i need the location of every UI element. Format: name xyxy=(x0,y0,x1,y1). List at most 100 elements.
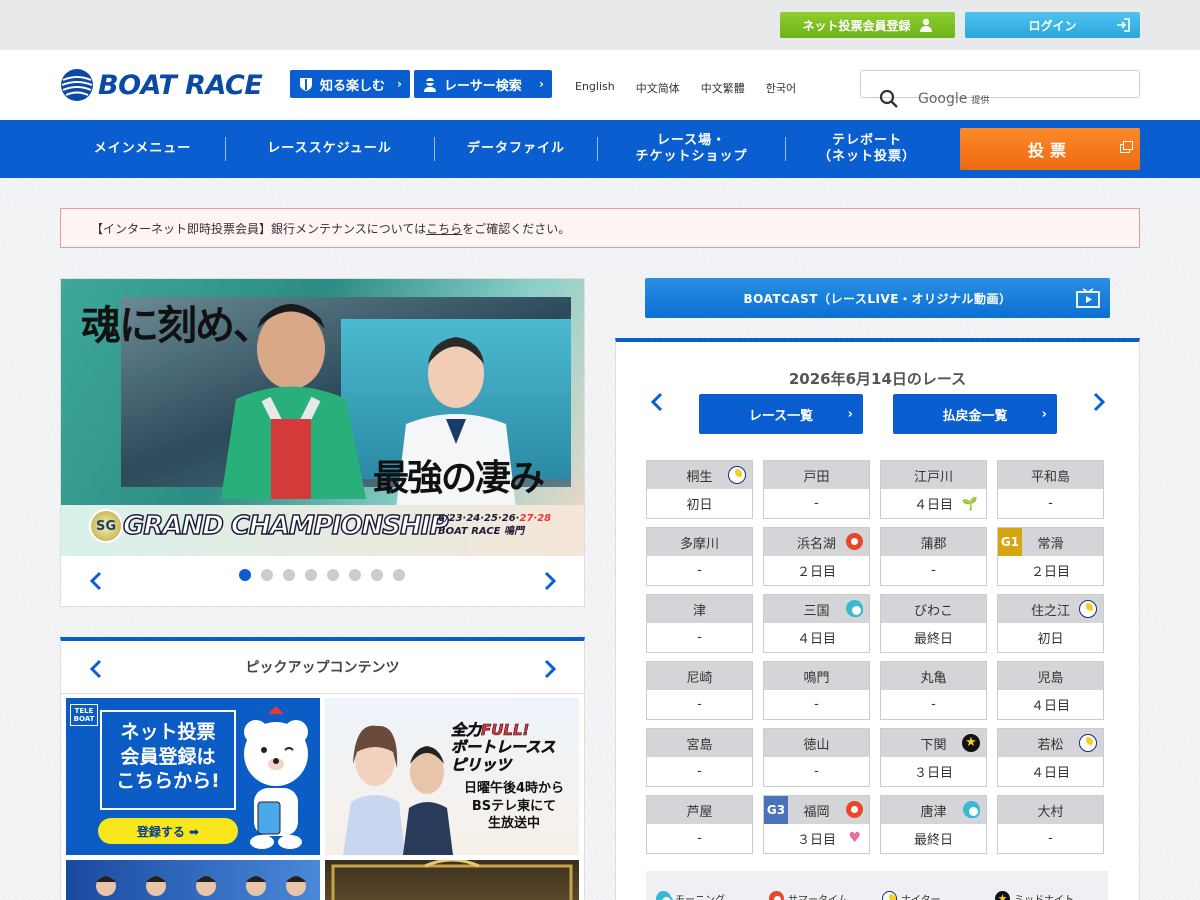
venue-name: 唐津 xyxy=(881,796,986,824)
icon-legend: モーニング サマータイム ナイター ★ ミッドナイト xyxy=(646,871,1108,900)
banner-dates: 6/23·24·25·26·27·28 BOAT RACE 鳴門 xyxy=(438,513,552,537)
race-list-button[interactable]: レース一覧 › xyxy=(699,394,863,434)
venue-name: 戸田 xyxy=(764,461,869,489)
carousel-prev-icon[interactable] xyxy=(89,571,103,591)
venue-cell[interactable]: 常滑 G1 ２日目 xyxy=(997,527,1104,586)
carousel-dot[interactable] xyxy=(283,569,295,581)
venue-cell[interactable]: 津- xyxy=(646,594,753,653)
prev-day-icon[interactable] xyxy=(650,392,664,412)
chevron-right-icon: › xyxy=(1041,406,1047,422)
venue-day-status: - xyxy=(697,563,702,578)
nav-teleboat[interactable]: テレボート （ネット投票） xyxy=(786,120,948,178)
payout-list-button[interactable]: 払戻金一覧 › xyxy=(893,394,1057,434)
venue-name: 福岡 G3 xyxy=(764,796,869,824)
venue-cell[interactable]: 丸亀 - xyxy=(880,661,987,720)
venue-cell[interactable]: 浜名湖 ２日目 xyxy=(763,527,870,586)
nav-data-file[interactable]: データファイル xyxy=(435,120,597,178)
vote-button[interactable]: 投票 xyxy=(960,128,1140,170)
venue-cell[interactable]: 福岡 G3 ３日目 ♥ xyxy=(763,795,870,854)
lang-english[interactable]: English xyxy=(575,80,615,96)
maintenance-notice: 【インターネット即時投票会員】銀行メンテナンスについてはこちらをご確認ください。 xyxy=(60,208,1140,248)
broadcast-info: 日曜午後4時から BSテレ東にて 生放送中 xyxy=(463,781,565,832)
racers-photo xyxy=(96,876,306,896)
search-input[interactable]: Google 提供 xyxy=(860,70,1140,108)
venue-cell[interactable]: 唐津 最終日 xyxy=(880,795,987,854)
venue-name: 鳴門 xyxy=(764,662,869,690)
venue-name: 尼崎 xyxy=(647,662,752,690)
boatrace-logo[interactable]: BOAT RACE xyxy=(60,68,263,102)
lang-chinese-traditional[interactable]: 中文繁體 xyxy=(701,80,745,96)
venue-name: 江戸川 xyxy=(881,461,986,489)
venue-cell[interactable]: 三国 ４日目 xyxy=(763,594,870,653)
venue-cell[interactable]: 多摩川 - xyxy=(646,527,753,586)
pickup-next-icon[interactable] xyxy=(543,659,557,679)
teleboat-register-button[interactable]: 登録する ➡ xyxy=(98,818,238,844)
summer-race-icon xyxy=(846,801,863,818)
vote-label: 投票 xyxy=(1027,141,1072,160)
carousel-next-icon[interactable] xyxy=(543,571,557,591)
venue-cell[interactable]: 平和島 - xyxy=(997,460,1104,519)
notice-link[interactable]: こちら xyxy=(426,222,462,236)
venue-cell[interactable]: 江戸川 ４日目 🌱 xyxy=(880,460,987,519)
morning-race-icon xyxy=(656,890,673,900)
next-day-icon[interactable] xyxy=(1092,392,1106,412)
venue-cell[interactable]: 児島 ４日目 xyxy=(997,661,1104,720)
venue-cell[interactable]: 尼崎 - xyxy=(646,661,753,720)
banner-slide[interactable]: 魂に刻め、 最強の凄み SG GRAND CHAMPIONSHIP 6/23·2… xyxy=(61,279,584,556)
today-races: 2026年6月14日のレース レース一覧 › 払戻金一覧 › 桐生 初日 戸田 - 江戸… xyxy=(615,338,1140,900)
payout-list-label: 払戻金一覧 xyxy=(942,408,1008,424)
heart-icon: ♥ xyxy=(848,830,861,846)
chevron-right-icon: › xyxy=(847,406,853,422)
midnight-race-icon: ★ xyxy=(995,890,1010,900)
venue-name: 平和島 xyxy=(998,461,1103,489)
venue-cell[interactable]: 徳山 - xyxy=(763,728,870,787)
venue-name: 津 xyxy=(647,595,752,623)
pickup-card-event[interactable] xyxy=(325,860,579,900)
venue-cell[interactable]: 宮島 - xyxy=(646,728,753,787)
venue-cell[interactable]: びわこ 最終日 xyxy=(880,594,987,653)
venue-cell[interactable]: 桐生 初日 xyxy=(646,460,753,519)
pickup-contents: ピックアップコンテンツ TELE BOAT ネット投票 会員登録は こちらから!… xyxy=(60,637,585,900)
carousel-dot[interactable] xyxy=(371,569,383,581)
chevron-right-icon: › xyxy=(397,77,402,91)
lang-chinese-simplified[interactable]: 中文简体 xyxy=(636,80,680,96)
venue-day-status: ４日目 🌱 xyxy=(913,497,978,513)
legend-item: ナイター xyxy=(882,885,995,900)
pickup-card-racers[interactable] xyxy=(66,860,320,900)
venue-cell[interactable]: 大村 - xyxy=(997,795,1104,854)
nav-stadium-ticketshop[interactable]: レース場・ チケットショップ xyxy=(598,120,785,178)
enjoy-button[interactable]: 知る楽しむ › xyxy=(290,70,410,98)
user-icon xyxy=(919,18,932,32)
carousel-dot[interactable] xyxy=(327,569,339,581)
search-icon xyxy=(879,89,898,108)
night-race-icon xyxy=(882,890,897,900)
venue-cell[interactable]: 戸田 - xyxy=(763,460,870,519)
summer-race-icon xyxy=(846,533,863,550)
carousel-dot[interactable] xyxy=(261,569,273,581)
racer-search-button[interactable]: レーサー検索 › xyxy=(414,70,552,98)
pickup-card-tv-program[interactable]: 全力FULL! ボートレーススピリッツ 日曜午後4時から BSテレ東にて 生放送… xyxy=(325,698,579,855)
venue-name: びわこ xyxy=(881,595,986,623)
legend-label: モーニング xyxy=(675,894,725,900)
venue-cell[interactable]: 若松 ４日目 xyxy=(997,728,1104,787)
boatcast-button[interactable]: BOATCAST（レースLIVE・オリジナル動画） xyxy=(645,278,1110,318)
nav-race-schedule[interactable]: レーススケジュール xyxy=(226,120,433,178)
legend-label: サマータイム xyxy=(788,894,848,900)
venue-cell[interactable]: 芦屋 - xyxy=(646,795,753,854)
lang-korean[interactable]: 한국어 xyxy=(766,80,796,96)
carousel-dot[interactable] xyxy=(349,569,361,581)
venue-cell[interactable]: 住之江 初日 xyxy=(997,594,1104,653)
carousel-dot[interactable] xyxy=(393,569,405,581)
pickup-card-teleboat[interactable]: TELE BOAT ネット投票 会員登録は こちらから! 登録する ➡ xyxy=(66,698,320,855)
login-button[interactable]: ログイン xyxy=(965,12,1140,38)
register-button[interactable]: ネット投票会員登録 xyxy=(780,12,955,38)
venue-name: 浜名湖 xyxy=(764,528,869,556)
venue-cell[interactable]: 蒲郡 - xyxy=(880,527,987,586)
venue-day-status: - xyxy=(1048,496,1053,511)
venue-cell[interactable]: 鳴門 - xyxy=(763,661,870,720)
carousel-dot[interactable] xyxy=(239,569,251,581)
venue-day-status: - xyxy=(697,764,702,779)
carousel-dot[interactable] xyxy=(305,569,317,581)
venue-cell[interactable]: 下関 ★ ３日目 xyxy=(880,728,987,787)
nav-main-menu[interactable]: メインメニュー xyxy=(60,120,225,178)
